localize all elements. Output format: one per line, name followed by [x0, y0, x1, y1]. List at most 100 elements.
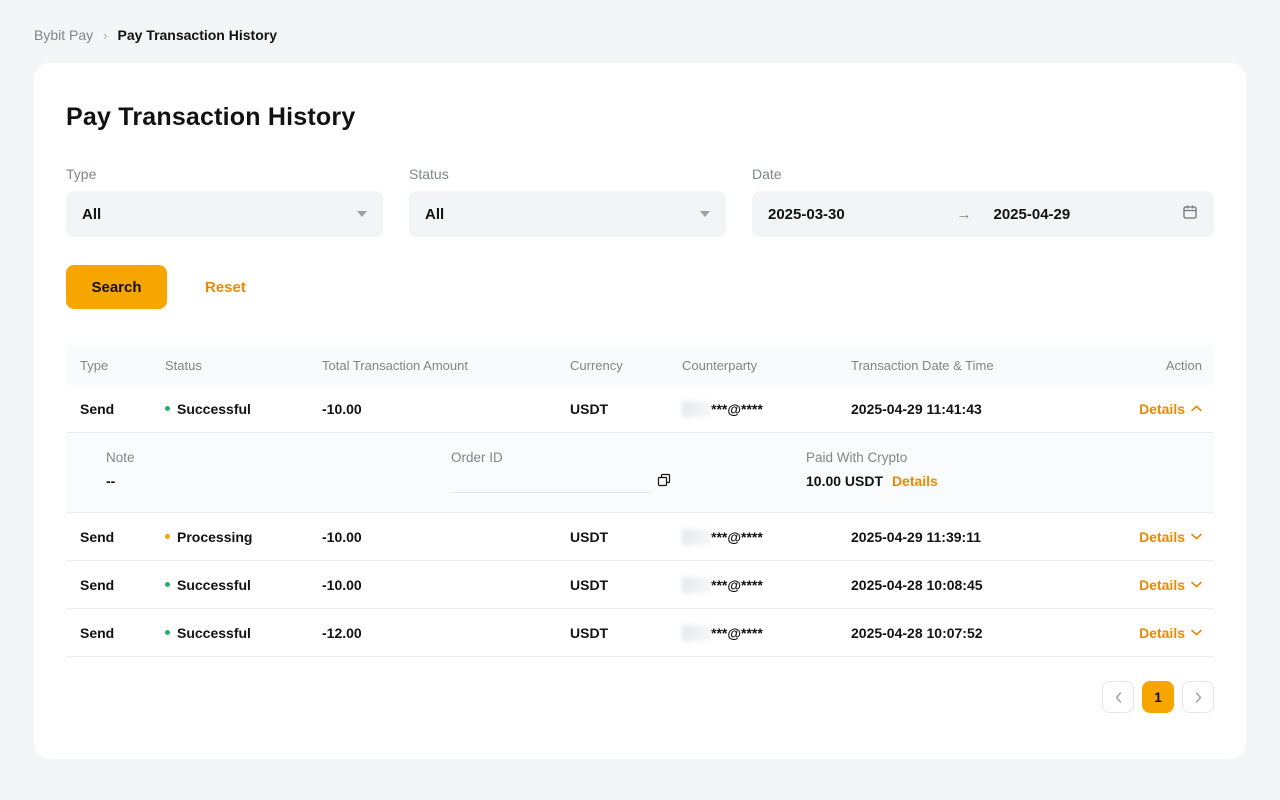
col-header-type: Type — [80, 358, 165, 373]
type-select[interactable]: All — [66, 191, 383, 237]
type-filter: Type All — [66, 166, 383, 237]
status-text: Processing — [177, 529, 252, 545]
details-label: Details — [1139, 529, 1185, 545]
chevron-down-icon — [357, 211, 367, 217]
order-id-field: Order ID — [451, 450, 806, 493]
cell-type: Send — [80, 577, 165, 593]
date-start-value[interactable]: 2025-03-30 — [768, 206, 957, 223]
date-filter: Date 2025-03-30 → 2025-04-29 — [752, 166, 1214, 237]
table-row: Send Successful -10.00 USDT ***@**** 202… — [66, 561, 1214, 609]
details-toggle[interactable]: Details — [1139, 577, 1202, 593]
status-dot-success-icon — [165, 582, 170, 587]
cell-counterparty: ***@**** — [682, 625, 851, 641]
status-select[interactable]: All — [409, 191, 726, 237]
cell-datetime: 2025-04-29 11:39:11 — [851, 529, 1121, 545]
date-range-input[interactable]: 2025-03-30 → 2025-04-29 — [752, 191, 1214, 237]
chevron-right-icon — [1195, 692, 1202, 703]
status-select-value: All — [425, 206, 444, 223]
cell-currency: USDT — [570, 577, 682, 593]
redacted-counterparty-prefix — [682, 625, 710, 641]
table-row: Send Processing -10.00 USDT ***@**** 202… — [66, 513, 1214, 561]
cell-status: Processing — [165, 529, 322, 545]
col-header-currency: Currency — [570, 358, 682, 373]
status-dot-success-icon — [165, 406, 170, 411]
expanded-detail-panel: Note -- Order ID — [66, 433, 1214, 513]
chevron-down-icon — [1191, 629, 1202, 636]
redacted-counterparty-prefix — [682, 401, 710, 417]
cell-counterparty: ***@**** — [682, 401, 851, 417]
chevron-down-icon — [1191, 533, 1202, 540]
type-filter-label: Type — [66, 166, 383, 182]
details-label: Details — [1139, 577, 1185, 593]
filter-actions: Search Reset — [66, 265, 1214, 309]
details-toggle[interactable]: Details — [1139, 401, 1202, 417]
copy-icon[interactable] — [657, 473, 671, 492]
date-end-value[interactable]: 2025-04-29 — [994, 206, 1183, 223]
paid-details-link[interactable]: Details — [892, 473, 938, 489]
details-label: Details — [1139, 401, 1185, 417]
cell-amount: -12.00 — [322, 625, 570, 641]
search-button[interactable]: Search — [66, 265, 167, 309]
redacted-counterparty-prefix — [682, 577, 710, 593]
page-title: Pay Transaction History — [66, 103, 1214, 132]
pagination-next-button[interactable] — [1182, 681, 1214, 713]
note-label: Note — [106, 450, 451, 465]
pagination-prev-button[interactable] — [1102, 681, 1134, 713]
chevron-up-icon — [1191, 405, 1202, 412]
details-toggle[interactable]: Details — [1139, 625, 1202, 641]
cell-datetime: 2025-04-28 10:07:52 — [851, 625, 1121, 641]
order-id-value-redacted — [451, 489, 651, 493]
status-text: Successful — [177, 577, 251, 593]
paid-with-crypto-value: 10.00 USDT — [806, 473, 883, 489]
paid-with-crypto-field: Paid With Crypto 10.00 USDT Details — [806, 450, 1202, 493]
cell-type: Send — [80, 529, 165, 545]
redacted-counterparty-prefix — [682, 529, 710, 545]
cell-datetime: 2025-04-28 10:08:45 — [851, 577, 1121, 593]
type-select-value: All — [82, 206, 101, 223]
status-text: Successful — [177, 625, 251, 641]
date-filter-label: Date — [752, 166, 1214, 182]
status-text: Successful — [177, 401, 251, 417]
pagination-page-1[interactable]: 1 — [1142, 681, 1174, 713]
cell-amount: -10.00 — [322, 401, 570, 417]
cell-counterparty: ***@**** — [682, 529, 851, 545]
calendar-icon[interactable] — [1182, 204, 1198, 224]
status-filter: Status All — [409, 166, 726, 237]
breadcrumb-separator-icon: › — [103, 28, 107, 43]
note-field: Note -- — [106, 450, 451, 493]
cell-currency: USDT — [570, 529, 682, 545]
cell-amount: -10.00 — [322, 529, 570, 545]
details-toggle[interactable]: Details — [1139, 529, 1202, 545]
pagination: 1 — [66, 681, 1214, 713]
filters-row: Type All Status All Date 2025-03-30 → 20… — [66, 166, 1214, 237]
table-row: Send Successful -10.00 USDT ***@**** 202… — [66, 385, 1214, 433]
table-row: Send Successful -12.00 USDT ***@**** 202… — [66, 609, 1214, 657]
col-header-datetime: Transaction Date & Time — [851, 358, 1121, 373]
col-header-action: Action — [1121, 358, 1202, 373]
status-dot-processing-icon — [165, 534, 170, 539]
reset-button[interactable]: Reset — [205, 279, 246, 296]
chevron-down-icon — [1191, 581, 1202, 588]
counterparty-masked: ***@**** — [711, 529, 763, 545]
pay-transaction-history-card: Pay Transaction History Type All Status … — [34, 63, 1246, 759]
chevron-down-icon — [700, 211, 710, 217]
cell-amount: -10.00 — [322, 577, 570, 593]
col-header-counterparty: Counterparty — [682, 358, 851, 373]
chevron-left-icon — [1115, 692, 1122, 703]
cell-datetime: 2025-04-29 11:41:43 — [851, 401, 1121, 417]
details-label: Details — [1139, 625, 1185, 641]
breadcrumb: Bybit Pay › Pay Transaction History — [0, 0, 1280, 43]
date-range-arrow-icon: → — [957, 206, 972, 223]
table-header-row: Type Status Total Transaction Amount Cur… — [66, 345, 1214, 385]
status-dot-success-icon — [165, 630, 170, 635]
breadcrumb-current: Pay Transaction History — [117, 27, 277, 43]
cell-status: Successful — [165, 401, 322, 417]
paid-with-crypto-label: Paid With Crypto — [806, 450, 1202, 465]
cell-status: Successful — [165, 577, 322, 593]
breadcrumb-bybit-pay[interactable]: Bybit Pay — [34, 27, 93, 43]
order-id-label: Order ID — [451, 450, 806, 465]
col-header-status: Status — [165, 358, 322, 373]
col-header-amount: Total Transaction Amount — [322, 358, 570, 373]
status-filter-label: Status — [409, 166, 726, 182]
cell-currency: USDT — [570, 401, 682, 417]
